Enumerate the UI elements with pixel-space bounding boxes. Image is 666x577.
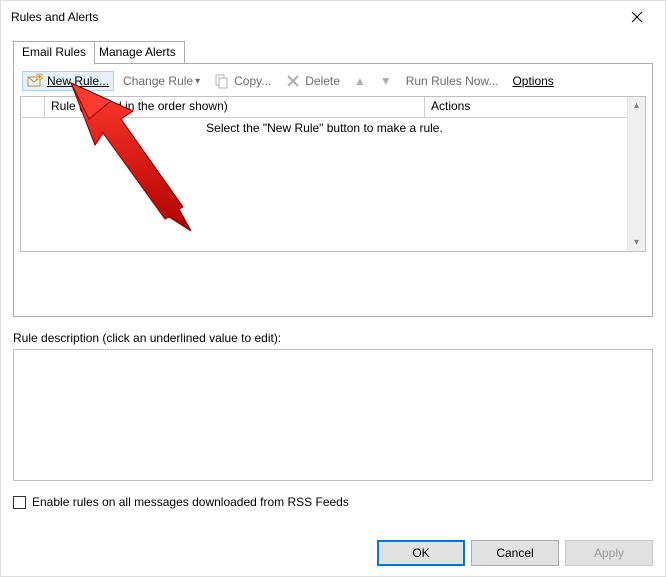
button-label: New Rule... [47, 74, 109, 88]
cancel-button[interactable]: Cancel [471, 540, 559, 566]
column-actions[interactable]: Actions [425, 97, 645, 117]
button-label: Change Rule [123, 74, 193, 88]
tab-email-rules[interactable]: Email Rules [13, 41, 95, 65]
scroll-up-icon: ▴ [628, 97, 645, 114]
rules-and-alerts-window: Rules and Alerts Email Rules Manage Aler… [0, 0, 666, 577]
button-label: Copy... [234, 74, 271, 88]
tabstrip: Email Rules Manage Alerts [13, 41, 653, 64]
run-rules-now-button[interactable]: Run Rules Now... [401, 72, 504, 90]
column-headers: Rule (applied in the order shown) Action… [21, 97, 645, 118]
dialog-button-bar: OK Cancel Apply [377, 540, 653, 566]
button-label: Run Rules Now... [406, 74, 499, 88]
column-rule-label: Rule (applied in the order shown) [51, 99, 228, 113]
column-actions-label: Actions [431, 99, 470, 113]
tab-label: Manage Alerts [99, 45, 176, 59]
options-button[interactable]: Options [507, 72, 558, 90]
tab-label: Email Rules [22, 45, 86, 59]
chevron-down-icon: ▾ [195, 76, 200, 87]
change-rule-button[interactable]: Change Rule ▾ [118, 72, 205, 90]
apply-button: Apply [565, 540, 653, 566]
delete-icon [285, 73, 301, 89]
copy-icon [214, 73, 230, 89]
list-body: Select the "New Rule" button to make a r… [21, 117, 628, 251]
triangle-up-icon: ▲ [354, 74, 366, 88]
button-label: OK [412, 546, 429, 560]
column-checkbox[interactable] [21, 97, 45, 117]
column-rule[interactable]: Rule (applied in the order shown) [45, 97, 425, 117]
titlebar: Rules and Alerts [1, 1, 665, 33]
button-label: Delete [305, 74, 340, 88]
window-title: Rules and Alerts [9, 10, 617, 24]
move-up-button[interactable]: ▲ [349, 72, 371, 90]
rule-description-box[interactable] [13, 349, 653, 481]
scroll-down-icon: ▾ [628, 234, 645, 251]
delete-button[interactable]: Delete [280, 71, 345, 91]
rule-description-label: Rule description (click an underlined va… [13, 331, 653, 345]
toolbar: New Rule... Change Rule ▾ Copy... [20, 70, 646, 92]
move-down-button[interactable]: ▼ [375, 72, 397, 90]
vertical-scrollbar[interactable]: ▴ ▾ [627, 97, 645, 251]
button-label: Cancel [496, 546, 533, 560]
button-label: Options [512, 74, 553, 88]
button-label: Apply [594, 546, 624, 560]
dialog-content: Email Rules Manage Alerts [1, 33, 665, 528]
close-icon [631, 11, 643, 23]
close-button[interactable] [617, 3, 657, 31]
email-rules-panel: New Rule... Change Rule ▾ Copy... [13, 63, 653, 317]
ok-button[interactable]: OK [377, 540, 465, 566]
rss-checkbox-row[interactable]: Enable rules on all messages downloaded … [13, 495, 653, 509]
tab-manage-alerts[interactable]: Manage Alerts [90, 41, 185, 64]
rss-checkbox[interactable] [13, 496, 26, 509]
empty-list-message: Select the "New Rule" button to make a r… [21, 117, 628, 135]
triangle-down-icon: ▼ [380, 74, 392, 88]
copy-button[interactable]: Copy... [209, 71, 276, 91]
rules-list: Rule (applied in the order shown) Action… [20, 96, 646, 252]
new-rule-icon [27, 73, 43, 89]
rss-checkbox-label: Enable rules on all messages downloaded … [32, 495, 349, 509]
new-rule-button[interactable]: New Rule... [22, 71, 114, 91]
